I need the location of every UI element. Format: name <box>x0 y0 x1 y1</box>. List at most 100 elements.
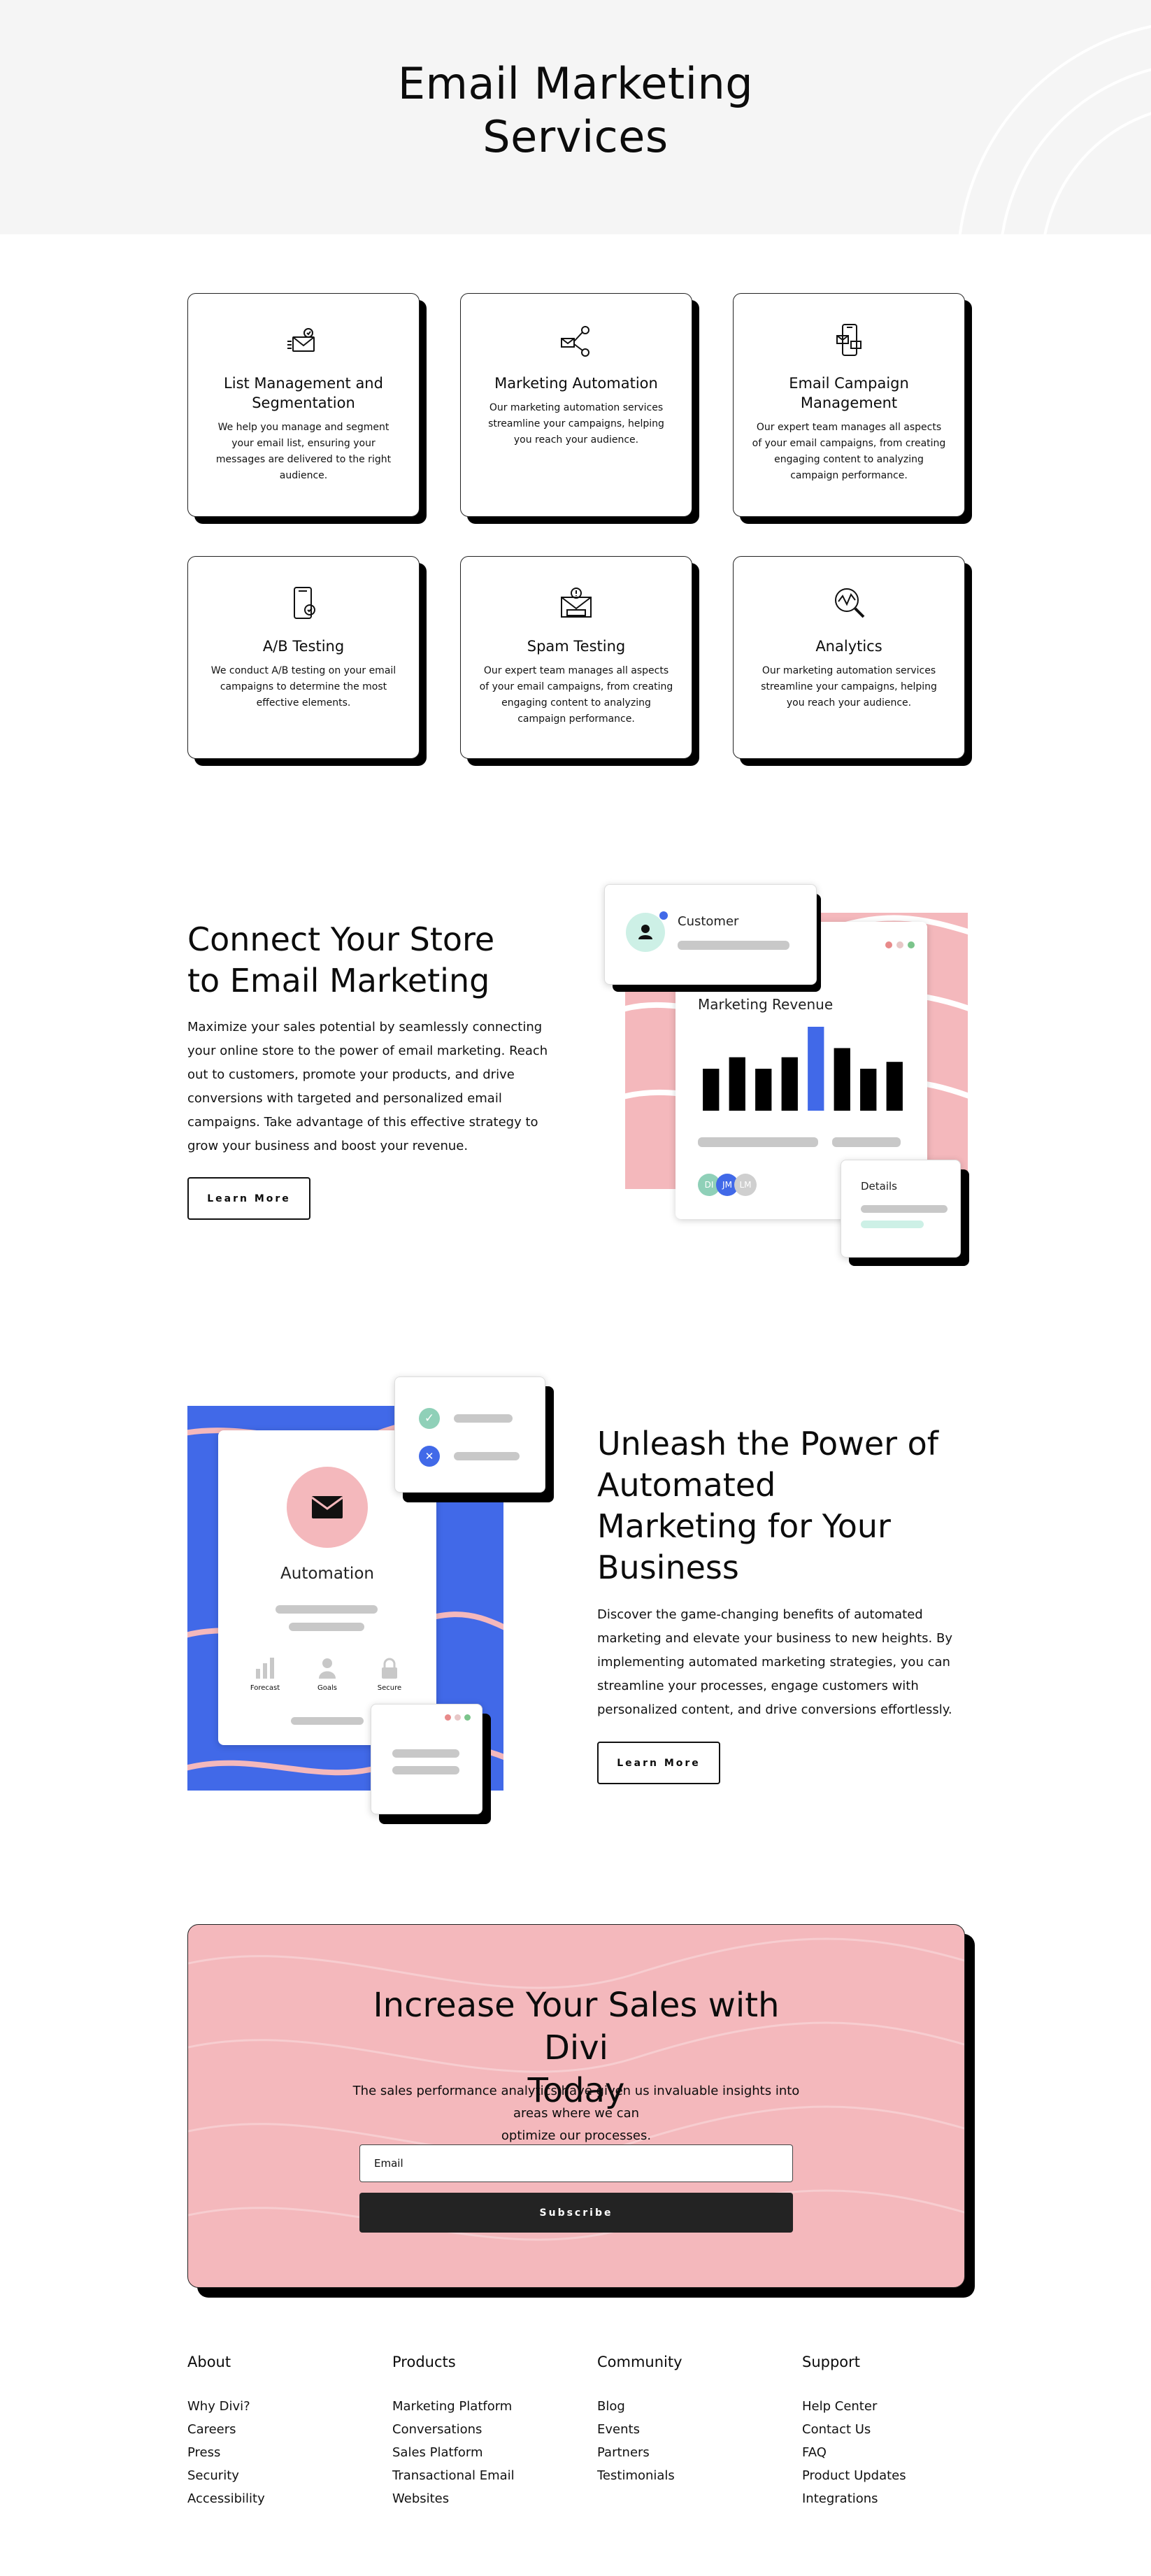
window-dot-green <box>464 1714 471 1721</box>
feature-forecast: Forecast <box>245 1658 285 1692</box>
footer-link[interactable]: Product Updates <box>802 2464 984 2487</box>
revenue-bar <box>886 1062 903 1111</box>
service-card-title: List Management and Segmentation <box>224 375 383 411</box>
footer-link[interactable]: Testimonials <box>597 2464 779 2487</box>
footer-heading: Products <box>392 2354 456 2370</box>
connect-body: Maximize your sales potential by seamles… <box>187 1016 565 1158</box>
footer-link[interactable]: Help Center <box>802 2395 984 2418</box>
footer-heading: Support <box>802 2354 861 2370</box>
automation-title-line: Business <box>597 1549 739 1586</box>
footer-link[interactable]: Contact Us <box>802 2418 984 2441</box>
service-card-text: Our expert team manages all aspects of y… <box>479 665 673 725</box>
feature-label: Goals <box>317 1684 337 1692</box>
feature-goals: Goals <box>307 1658 348 1692</box>
service-card-text: We conduct A/B testing on your email cam… <box>210 665 396 709</box>
footer-link[interactable]: Conversations <box>392 2418 574 2441</box>
automation-network-icon <box>561 326 589 357</box>
feature-secure: Secure <box>369 1658 410 1692</box>
automation-body-line: personalized content, and drive conversi… <box>597 1702 952 1717</box>
connect-body-line: your online store to the power of email … <box>187 1044 548 1058</box>
revenue-bar <box>703 1069 720 1111</box>
footer-heading: About <box>187 2354 231 2370</box>
automation-body-line: marketing and elevate your business to n… <box>597 1631 952 1646</box>
placeholder-bar <box>291 1717 364 1725</box>
footer-link[interactable]: Events <box>597 2418 779 2441</box>
window-dot-green <box>908 941 915 948</box>
footer-link[interactable]: Transactional Email <box>392 2464 574 2487</box>
footer-link[interactable]: FAQ <box>802 2441 984 2464</box>
placeholder-bar <box>678 941 789 950</box>
footer-link[interactable]: Sales Platform <box>392 2441 574 2464</box>
window-dot-pink <box>455 1714 461 1721</box>
placeholder-bar <box>454 1452 520 1460</box>
bar-chart-icon <box>256 1658 274 1679</box>
footer-link[interactable]: Security <box>187 2464 369 2487</box>
footer-link[interactable]: Why Divi? <box>187 2395 369 2418</box>
page-title: Email Marketing Services <box>0 57 1151 164</box>
cta-text: The sales performance analytics have giv… <box>188 2080 964 2147</box>
service-card-title: A/B Testing <box>262 638 345 655</box>
status-dot <box>659 911 668 920</box>
service-card-analytics: Analytics Our marketing automation servi… <box>733 556 972 766</box>
mini-window-card <box>371 1704 482 1814</box>
revenue-bar <box>729 1057 745 1111</box>
footer-link[interactable]: Careers <box>187 2418 369 2441</box>
check-icon: ✓ <box>419 1408 440 1429</box>
automation-title-line: Marketing for Your <box>597 1507 891 1545</box>
placeholder-bar <box>392 1749 459 1758</box>
revenue-bar <box>834 1048 850 1111</box>
automation-title-line: Unleash the Power of <box>597 1425 938 1463</box>
service-card-title: Marketing Automation <box>494 375 658 392</box>
placeholder-bar <box>861 1221 924 1228</box>
automation-title: Unleash the Power of Automated Marketing… <box>597 1423 989 1588</box>
service-card-title: Email Campaign Management <box>789 375 909 411</box>
footer-link[interactable]: Partners <box>597 2441 779 2464</box>
chart-title: Marketing Revenue <box>698 996 834 1013</box>
cta-text-line1: The sales performance analytics have giv… <box>352 2084 800 2121</box>
person-icon <box>319 1658 336 1679</box>
service-card-ab-testing: A/B Testing We conduct A/B testing on yo… <box>187 556 427 766</box>
connect-title: Connect Your Store to Email Marketing <box>187 919 579 1002</box>
footer-column-support: Support Help Center Contact Us FAQ Produ… <box>802 2353 984 2510</box>
status-checks-card: ✓ ✕ <box>394 1376 545 1493</box>
footer-link[interactable]: Integrations <box>802 2487 984 2510</box>
footer-link[interactable]: Marketing Platform <box>392 2395 574 2418</box>
connect-body-line: conversions with targeted and personaliz… <box>187 1091 502 1106</box>
footer-column-about: About Why Divi? Careers Press Security A… <box>187 2353 369 2510</box>
service-card-text: Our marketing automation services stream… <box>761 665 937 709</box>
service-card-title: Spam Testing <box>527 638 626 655</box>
automation-learn-more-button[interactable]: Learn More <box>597 1742 720 1784</box>
connect-body-line: Maximize your sales potential by seamles… <box>187 1020 543 1034</box>
footer-link[interactable]: Websites <box>392 2487 574 2510</box>
automation-title-line: Automated <box>597 1466 776 1504</box>
user-icon <box>638 925 652 939</box>
customer-label: Customer <box>678 914 739 929</box>
email-input[interactable] <box>359 2144 793 2182</box>
customer-card: Customer <box>604 884 817 985</box>
lock-icon <box>382 1658 397 1679</box>
footer-link[interactable]: Accessibility <box>187 2487 369 2510</box>
revenue-bar-chart <box>703 1027 903 1111</box>
window-dot-red <box>885 941 892 948</box>
connect-learn-more-button[interactable]: Learn More <box>187 1177 310 1220</box>
revenue-bar <box>808 1027 824 1111</box>
footer-link[interactable]: Blog <box>597 2395 779 2418</box>
service-card-text: Our marketing automation services stream… <box>488 402 664 446</box>
footer-heading: Community <box>597 2354 682 2370</box>
placeholder-bar <box>276 1605 378 1614</box>
service-card-title: Analytics <box>815 638 882 655</box>
details-card: Details <box>841 1160 961 1258</box>
connect-title-line1: Connect Your Store <box>187 920 495 958</box>
window-dot-red <box>445 1714 451 1721</box>
connect-body-line: grow your business and boost your revenu… <box>187 1139 469 1153</box>
placeholder-bar <box>289 1623 364 1631</box>
footer-link[interactable]: Press <box>187 2441 369 2464</box>
subscribe-button[interactable]: Subscribe <box>359 2193 793 2233</box>
customer-avatar <box>626 911 668 952</box>
automation-body-line: Discover the game-changing benefits of a… <box>597 1607 923 1622</box>
cta-title-line1: Increase Your Sales with Divi <box>373 1986 780 2068</box>
service-card-spam-testing: Spam Testing Our expert team manages all… <box>460 556 699 766</box>
footer-column-products: Products Marketing Platform Conversation… <box>392 2353 574 2510</box>
revenue-bar <box>755 1069 772 1111</box>
service-card-list-management: List Management and Segmentation We help… <box>187 293 427 524</box>
